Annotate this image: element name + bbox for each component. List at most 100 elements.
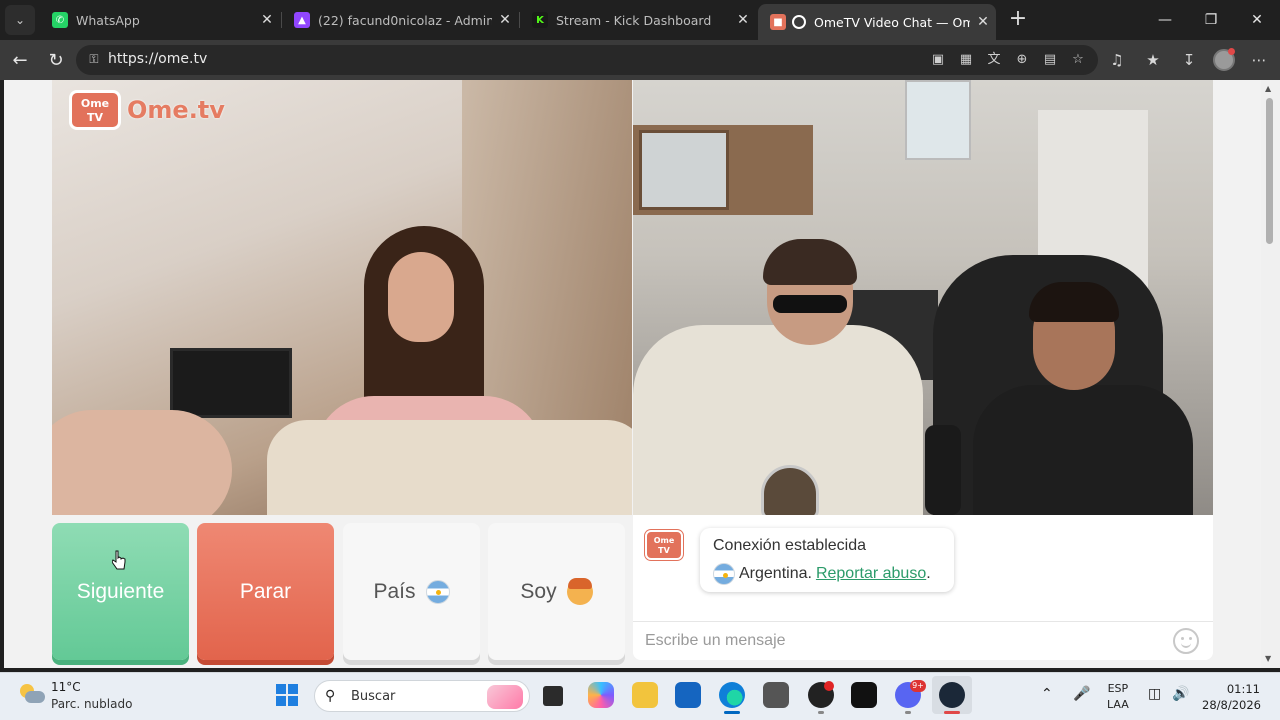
close-tab-icon[interactable]: ✕ (492, 12, 518, 28)
tab-title: (22) facund0nicolaz - Administrador (318, 12, 492, 28)
tab-actions-menu-button[interactable]: ⌄ (5, 5, 35, 35)
system-message-bubble: Conexión establecida Argentina. Reportar… (700, 528, 954, 592)
ometv-logo[interactable]: Ome TV Ome.tv (69, 90, 225, 130)
message-input[interactable] (645, 630, 1165, 652)
file-explorer-icon[interactable] (632, 682, 658, 708)
keyboard-layout: LAA (1107, 698, 1129, 711)
next-button-label: Siguiente (76, 579, 165, 603)
weather-temperature[interactable]: 11°C (51, 680, 81, 694)
tab-title: Stream - Kick Dashboard (556, 12, 712, 28)
connection-status-text: Conexión establecida (713, 537, 866, 554)
video-tv (170, 348, 292, 418)
camera-app-icon[interactable] (763, 682, 789, 708)
tab-ometv[interactable]: ■ OmeTV Video Chat — Omegle ✕ (758, 4, 996, 40)
stop-button[interactable]: Parar (197, 523, 334, 660)
app-available-icon[interactable]: ▦ (956, 50, 976, 70)
next-button[interactable]: Siguiente (52, 523, 189, 660)
windows-start-icon[interactable] (276, 684, 298, 706)
minimize-icon[interactable]: — (1142, 0, 1188, 40)
downloads-icon[interactable]: ↧ (1177, 48, 1201, 72)
language-indicator[interactable]: ESP LAA (1107, 681, 1129, 713)
tray-chevron-icon[interactable]: ⌃ (1041, 686, 1053, 702)
profile-notification-dot (1228, 48, 1235, 55)
browser-toolbar: ← ↻ ⚿ https://ome.tv ▣ ▦ 文 ⊕ ▤ ☆ ♫ ★ ↧ ⋯ (0, 40, 1280, 80)
report-abuse-link[interactable]: Reportar abuso (816, 565, 926, 583)
edge-active-indicator (724, 711, 740, 714)
stranger-video (52, 80, 632, 515)
page-scrollbar[interactable]: ▲ ▼ (1261, 80, 1280, 668)
video-arm (52, 410, 232, 515)
address-bar[interactable]: ⚿ https://ome.tv ▣ ▦ 文 ⊕ ▤ ☆ (76, 45, 1098, 75)
refresh-icon[interactable]: ↻ (42, 46, 70, 74)
search-highlight-icon (487, 685, 523, 709)
media-control-icon[interactable]: ♫ (1105, 48, 1129, 72)
search-icon: ⚲ (325, 688, 336, 704)
kick-icon: K (532, 12, 548, 28)
task-view-icon[interactable] (543, 686, 563, 706)
close-tab-icon[interactable]: ✕ (730, 12, 756, 28)
favorite-star-icon[interactable]: ☆ (1068, 50, 1088, 70)
steam-icon[interactable] (939, 682, 965, 708)
outlook-icon[interactable] (675, 682, 701, 708)
tab-whatsapp[interactable]: ✆ WhatsApp ✕ (40, 0, 280, 40)
report-link-suffix: . (926, 565, 931, 582)
clock-time: 01:11 (1226, 682, 1260, 696)
discord-running-indicator (905, 711, 911, 714)
search-label: Buscar (351, 689, 396, 704)
copilot-icon[interactable] (588, 682, 614, 708)
tab-title: OmeTV Video Chat — Omegle (814, 14, 970, 30)
video-cabinet-glass (639, 130, 729, 210)
camera-in-use-icon[interactable]: ▣ (928, 50, 948, 70)
country-button[interactable]: País (343, 523, 480, 660)
lock-icon[interactable]: ⚿ (86, 52, 102, 68)
url-text[interactable]: https://ome.tv (108, 51, 207, 67)
close-tab-icon[interactable]: ✕ (254, 12, 280, 28)
emoji-picker-icon[interactable] (1173, 628, 1199, 654)
translate-icon[interactable]: 文 (984, 50, 1004, 70)
scrollbar-thumb[interactable] (1266, 98, 1273, 244)
edge-browser-icon[interactable] (719, 682, 745, 708)
tab-kick[interactable]: K Stream - Kick Dashboard ✕ (520, 0, 756, 40)
obs-running-indicator (818, 711, 824, 714)
volume-icon[interactable]: 🔊 (1172, 686, 1189, 702)
recording-dot-icon (824, 681, 834, 691)
taskbar-search[interactable]: ⚲ Buscar (314, 680, 530, 712)
gender-button[interactable]: Soy (488, 523, 625, 660)
new-tab-button[interactable]: + (1004, 5, 1032, 35)
discord-badge: 9+ (910, 680, 926, 692)
tab-title: WhatsApp (76, 12, 140, 28)
scroll-down-icon[interactable]: ▼ (1265, 654, 1271, 663)
boy-emoji-icon (566, 577, 593, 605)
close-tab-icon[interactable]: ✕ (970, 14, 996, 30)
video-mate-cup (761, 465, 819, 515)
favorites-icon[interactable]: ★ (1141, 48, 1165, 72)
restore-icon[interactable]: ❐ (1188, 0, 1234, 40)
country-button-label: País (373, 579, 416, 603)
taskbar-clock[interactable]: 01:11 28/8/2026 (1202, 681, 1261, 713)
zoom-icon[interactable]: ⊕ (1012, 50, 1032, 70)
ometv-chat-badge: Ome TV (645, 530, 683, 560)
ometv-logo-badge: Ome TV (69, 90, 121, 130)
reading-mode-icon[interactable]: ▤ (1040, 50, 1060, 70)
tab-strip: ⌄ ✆ WhatsApp ✕ ▲ (22) facund0nicolaz - A… (0, 0, 1280, 40)
close-window-icon[interactable]: ✕ (1234, 0, 1280, 40)
argentina-flag-icon (713, 563, 735, 585)
clock-date: 28/8/2026 (1202, 698, 1261, 712)
argentina-flag-icon (425, 579, 450, 604)
more-options-icon[interactable]: ⋯ (1247, 48, 1271, 72)
twitch-icon: ▲ (294, 12, 310, 28)
gender-button-label: Soy (520, 579, 557, 603)
microphone-icon[interactable]: 🎤 (1073, 686, 1090, 702)
weather-condition[interactable]: Parc. nublado (51, 697, 132, 711)
recording-icon (792, 15, 806, 29)
partner-country-text: Argentina. (739, 565, 812, 582)
back-arrow-icon[interactable]: ← (6, 46, 34, 74)
tab-twitch[interactable]: ▲ (22) facund0nicolaz - Administrador ✕ (282, 0, 518, 40)
network-icon[interactable]: ◫ (1148, 686, 1161, 702)
video-microphone (925, 425, 961, 515)
video-pillow (267, 420, 632, 515)
capcut-icon[interactable] (851, 682, 877, 708)
partly-cloudy-icon[interactable] (20, 684, 45, 706)
scroll-up-icon[interactable]: ▲ (1265, 84, 1271, 93)
video-poster (905, 80, 971, 160)
